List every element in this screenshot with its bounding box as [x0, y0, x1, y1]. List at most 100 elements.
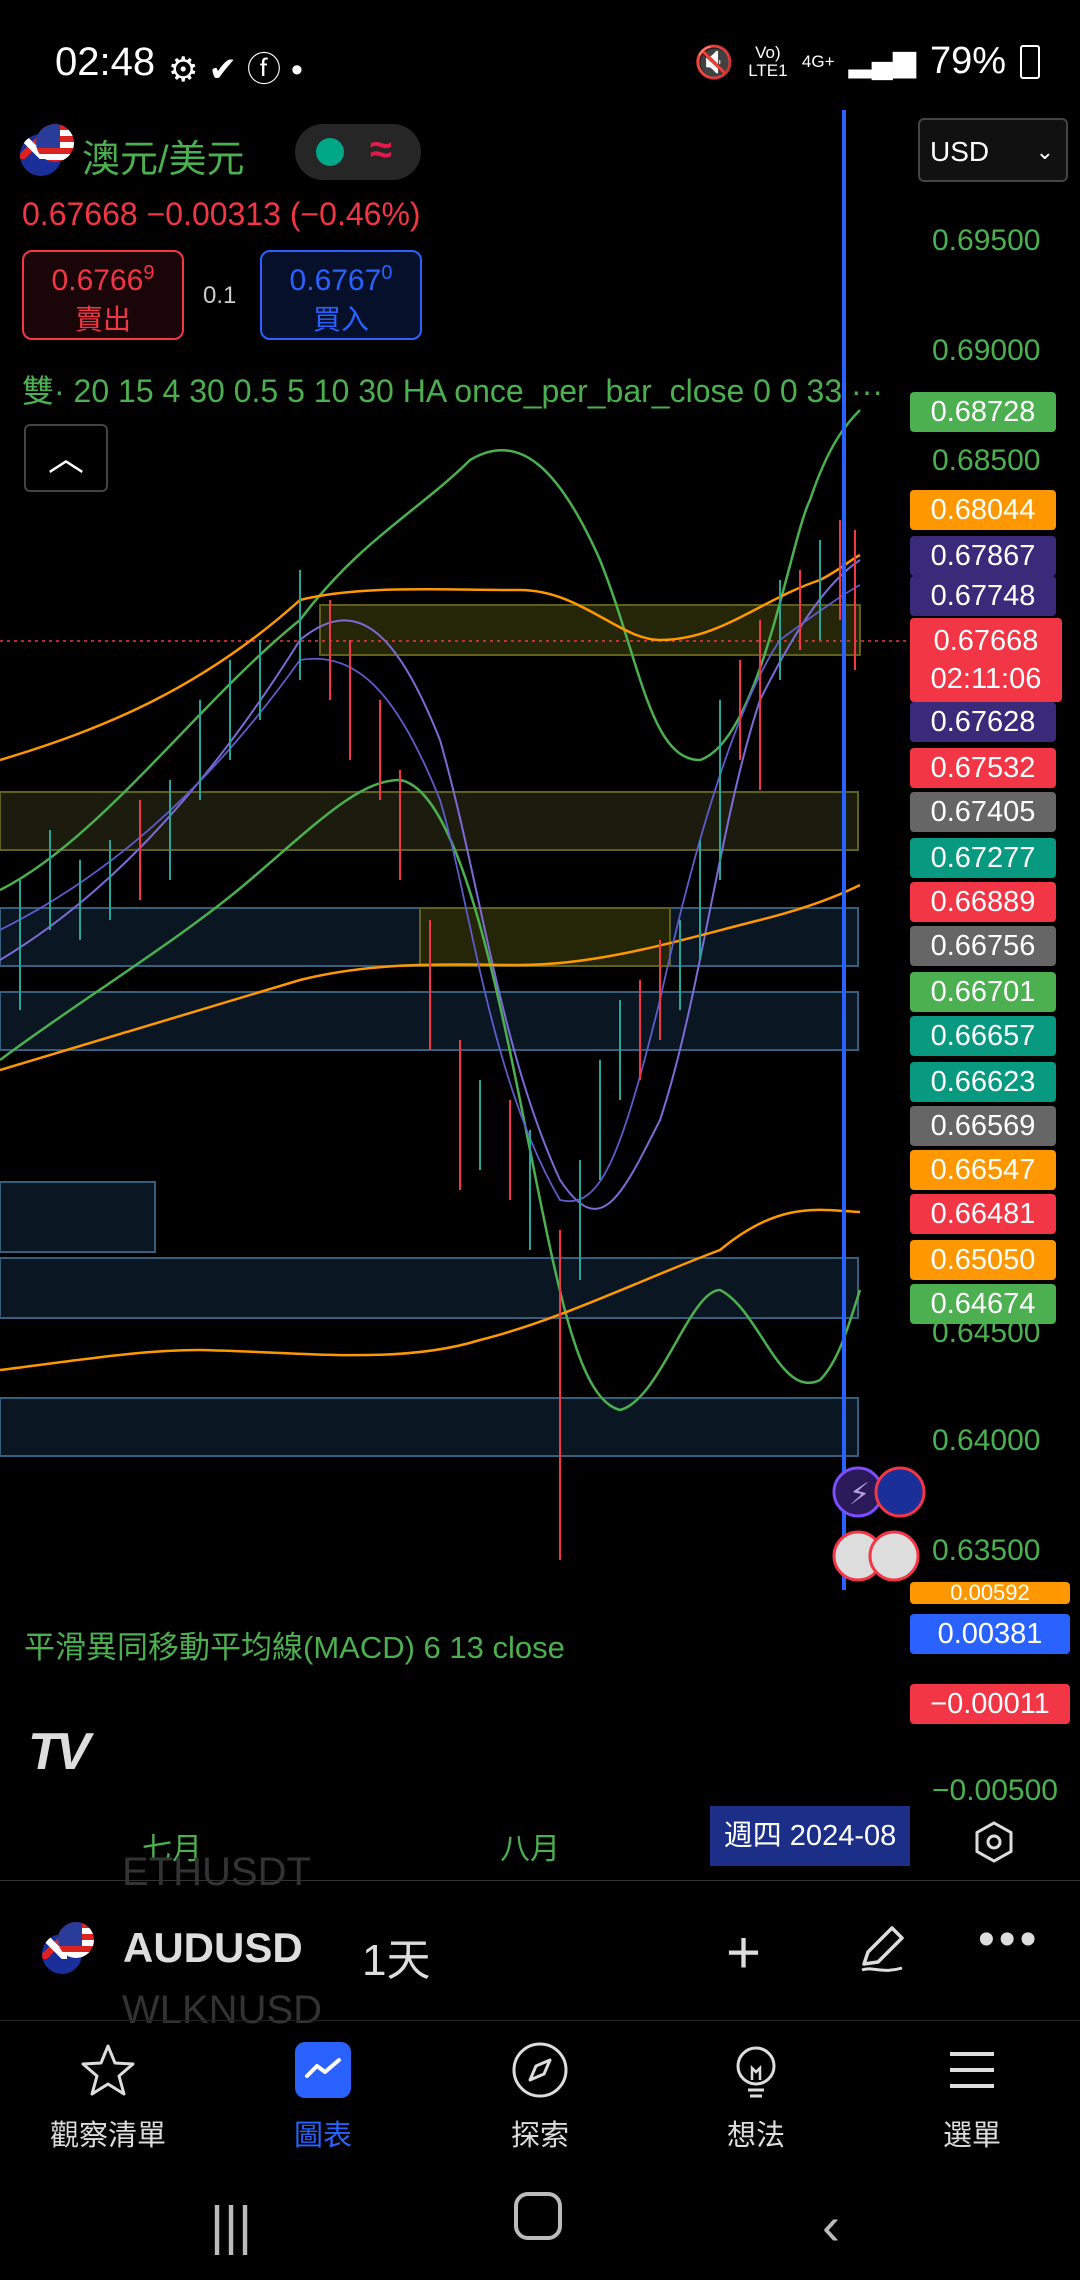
nav-item-ideas[interactable]: 想法 — [671, 2030, 841, 2154]
macd-indicator-label[interactable]: 平滑異同移動平均線(MACD) 6 13 close — [24, 1622, 565, 1667]
nav-item-watchlist[interactable]: 觀察清單 — [23, 2030, 193, 2154]
home-button[interactable] — [512, 2190, 564, 2242]
buy-label: 買入 — [312, 304, 369, 335]
zone-blue-3 — [0, 1181, 156, 1253]
battery-icon — [1020, 44, 1040, 79]
buy-price-pip: 0 — [381, 262, 393, 284]
network-type-icon: 4G+ — [801, 51, 835, 71]
sell-price: 0.6766 — [51, 264, 144, 297]
sell-button[interactable]: 0.67669 賣出 — [22, 250, 184, 340]
wave-icon: ≈ — [370, 128, 392, 172]
macd-partial-tag: 0.00592 — [910, 1582, 1070, 1604]
ghost-symbol-top: ETHUSDT — [122, 1850, 311, 1894]
flag-us-icon — [36, 124, 74, 162]
sell-label: 賣出 — [74, 304, 131, 335]
recent-apps-icon: ||| — [210, 2196, 253, 2256]
check-icon: ✔ — [208, 51, 247, 89]
price-level-tag: 0.66569 — [910, 1106, 1056, 1146]
spread-value: 0.1 — [203, 282, 237, 309]
price-level-tag: 0.68728 — [910, 392, 1056, 432]
price-level-tag: 0.67277 — [910, 838, 1056, 878]
macd-histogram-tag: −0.00011 — [910, 1684, 1070, 1724]
symbol-search-button[interactable]: AUDUSD — [123, 1924, 303, 1972]
mute-icon: 🔇 — [694, 43, 734, 80]
event-marker-au — [874, 1466, 926, 1518]
price-level-tag: 0.64674 — [910, 1284, 1056, 1324]
price-axis-label: 0.68500 — [932, 444, 1041, 477]
price-axis-label: 0.69000 — [932, 334, 1041, 367]
collapse-indicators-button[interactable]: ︿ — [24, 424, 108, 492]
macd-axis-label: −0.00500 — [932, 1774, 1058, 1807]
chevron-up-icon: ︿ — [47, 437, 84, 478]
crosshair-date-tag: 週四 2024-08 — [710, 1806, 910, 1866]
price-level-tag: 0.67405 — [910, 792, 1056, 832]
bar-countdown: 02:11:06 — [930, 663, 1042, 695]
time-axis-month: 八月 — [500, 1833, 560, 1866]
chart-settings-icon[interactable] — [972, 1820, 1016, 1864]
nav-label: 探索 — [510, 2120, 569, 2152]
price-level-tag: 0.66547 — [910, 1150, 1056, 1190]
price-level-tag: 0.66756 — [910, 926, 1056, 966]
market-open-dot-icon — [316, 138, 344, 166]
ma-blue-1 — [0, 584, 861, 1203]
back-icon: ‹ — [822, 2196, 840, 2256]
price-level-tag: 0.66701 — [910, 972, 1056, 1012]
status-bar: 02:48 ⚙✔ⓕ• 🔇 Vo) LTE1 4G+ ▂▄▆ 79% — [0, 0, 1080, 110]
price-level-tag: 0.67628 — [910, 702, 1056, 742]
chevron-down-icon: ⌄ — [1035, 139, 1054, 164]
plus-icon: + — [726, 1919, 762, 1986]
price-level-tag: 0.66623 — [910, 1062, 1056, 1102]
flag-us-icon — [58, 1922, 94, 1958]
zone-blue-5 — [0, 1397, 859, 1457]
symbol-title[interactable]: 澳元/美元 — [82, 128, 245, 183]
ellipsis-icon: ••• — [978, 1913, 1041, 1966]
price-level-tag: 0.66481 — [910, 1194, 1056, 1234]
price-level-tag: 0.67867 — [910, 536, 1056, 576]
event-marker-us-2 — [868, 1530, 920, 1582]
add-indicator-button[interactable]: + — [726, 1918, 761, 1987]
bollinger-mid — [0, 559, 861, 1210]
sell-price-pip: 9 — [143, 262, 155, 284]
buy-price: 0.6767 — [289, 264, 382, 297]
tradingview-logo: TV — [28, 1723, 90, 1781]
recent-apps-button[interactable]: ||| — [210, 2195, 252, 2257]
status-system-icons: 🔇 Vo) LTE1 4G+ ▂▄▆ 79% — [694, 40, 1040, 83]
price-axis-label: 0.63500 — [932, 1534, 1041, 1567]
lightbulb-icon — [736, 2046, 776, 2098]
price-level-tag: 0.66889 — [910, 882, 1056, 922]
star-icon — [81, 2044, 135, 2096]
nav-item-explore[interactable]: 探索 — [455, 2030, 625, 2154]
currency-select[interactable]: USD ⌄ — [918, 118, 1068, 182]
nav-label: 圖表 — [293, 2120, 352, 2152]
svg-text:⚡: ⚡ — [849, 1477, 870, 1512]
gear-icon: ⚙ — [168, 51, 209, 89]
more-options-button[interactable]: ••• — [978, 1912, 1040, 1967]
drawing-tools-button[interactable] — [852, 1918, 912, 1978]
price-level-tag: 0.66657 — [910, 1016, 1056, 1056]
current-price-value: 0.67668 — [933, 625, 1039, 657]
price-level-tag: 0.67748 — [910, 576, 1056, 616]
indicator-settings[interactable]: 雙· 20 15 4 30 0.5 5 10 30 HA once_per_ba… — [22, 366, 902, 412]
battery-percent: 79% — [929, 40, 1006, 82]
currency-value: USD — [930, 136, 990, 167]
status-notification-icons: ⚙✔ⓕ• — [168, 42, 313, 91]
dot-icon: • — [290, 51, 313, 89]
market-status-toggle[interactable] — [295, 124, 421, 180]
status-time: 02:48 — [55, 40, 156, 84]
zone-yellow-2 — [419, 907, 671, 967]
interval-button[interactable]: 1天 — [362, 1924, 430, 1988]
back-button[interactable]: ‹ — [822, 2195, 840, 2257]
nav-item-chart[interactable]: 圖表 — [238, 2030, 408, 2154]
nav-label: 想法 — [726, 2120, 785, 2152]
price-level-tag: 0.67532 — [910, 748, 1056, 788]
nav-label: 觀察清單 — [49, 2120, 166, 2152]
buy-button[interactable]: 0.67670 買入 — [260, 250, 422, 340]
signal-icon: ▂▄▆ — [848, 45, 916, 78]
price-level-tag: 0.68044 — [910, 490, 1056, 530]
nav-item-menu[interactable]: 選單 — [887, 2030, 1057, 2154]
macd-line-tag: 0.00381 — [910, 1614, 1070, 1654]
nav-label: 選單 — [942, 2120, 1001, 2152]
zone-blue-4 — [0, 1257, 859, 1319]
price-level-tag: 0.65050 — [910, 1240, 1056, 1280]
price-change: 0.67668 −0.00313 (−0.46%) — [22, 196, 421, 232]
